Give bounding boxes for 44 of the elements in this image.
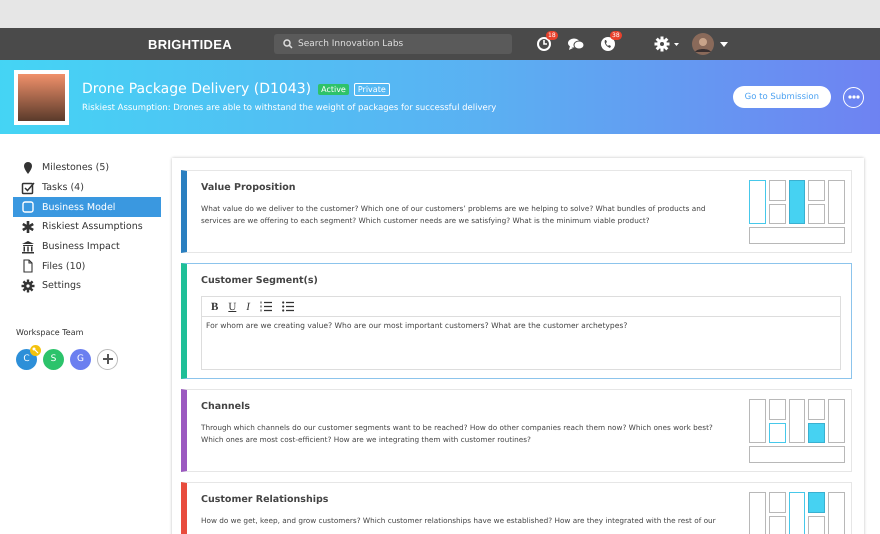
numbered-list-icon[interactable] bbox=[260, 301, 272, 312]
settings-icon bbox=[21, 278, 35, 293]
more-options-button[interactable] bbox=[843, 86, 864, 108]
team-heading: Workspace Team bbox=[16, 328, 84, 337]
more-icon bbox=[848, 95, 860, 99]
bullet-list-icon[interactable] bbox=[282, 301, 294, 312]
plus-icon bbox=[102, 354, 112, 364]
sidebar-item[interactable]: Settings bbox=[13, 276, 161, 296]
timer-icon[interactable] bbox=[536, 36, 552, 52]
caret-icon[interactable] bbox=[720, 42, 728, 46]
file-icon bbox=[21, 259, 35, 274]
canvas-section-card[interactable] bbox=[181, 389, 852, 472]
sidebar-item[interactable]: Tasks (4) bbox=[13, 178, 161, 198]
submission-title: Drone Package Delivery (D1043) bbox=[82, 81, 312, 97]
user-avatar-icon[interactable] bbox=[692, 33, 714, 55]
checkbox-icon bbox=[21, 180, 35, 195]
phone-icon[interactable] bbox=[600, 36, 616, 52]
chat-icon[interactable] bbox=[567, 37, 585, 51]
riskiest-assumption-text: Riskiest Assumption: Drones are able to withstand the weight of packages for successful delivery bbox=[82, 103, 498, 113]
member-avatar[interactable]: G bbox=[70, 348, 91, 370]
sidebar-item[interactable]: Business Impact bbox=[13, 236, 161, 256]
bold-button[interactable]: B bbox=[211, 300, 218, 312]
section-title: Channels bbox=[201, 401, 252, 412]
underline-button[interactable]: U bbox=[228, 300, 236, 312]
search-field[interactable]: Search Innovation Labs bbox=[274, 34, 512, 54]
italic-button[interactable]: I bbox=[246, 300, 250, 312]
sidebar-item[interactable]: Files (10) bbox=[13, 256, 161, 276]
add-member-button[interactable] bbox=[97, 348, 118, 370]
brand-logo[interactable]: BRIGHTIDEA bbox=[148, 36, 274, 52]
canvas-section-card[interactable] bbox=[181, 170, 852, 253]
pin-icon bbox=[21, 160, 35, 175]
section-title: Customer Segment(s) bbox=[201, 275, 319, 286]
sidebar-item[interactable]: Riskiest Assumptions bbox=[13, 217, 161, 237]
search-icon bbox=[283, 39, 293, 49]
square-icon bbox=[21, 200, 35, 214]
section-title: Customer Relationships bbox=[201, 494, 330, 505]
status-tag: Active bbox=[318, 84, 349, 94]
asterisk-icon bbox=[21, 220, 35, 234]
photo-placeholder bbox=[14, 70, 69, 124]
settings-icon[interactable] bbox=[654, 36, 680, 52]
bank-icon bbox=[21, 240, 35, 254]
sidebar-item[interactable]: Milestones (5) bbox=[13, 158, 161, 178]
status-tag: Private bbox=[354, 82, 390, 96]
section-title: Value Proposition bbox=[201, 182, 297, 193]
